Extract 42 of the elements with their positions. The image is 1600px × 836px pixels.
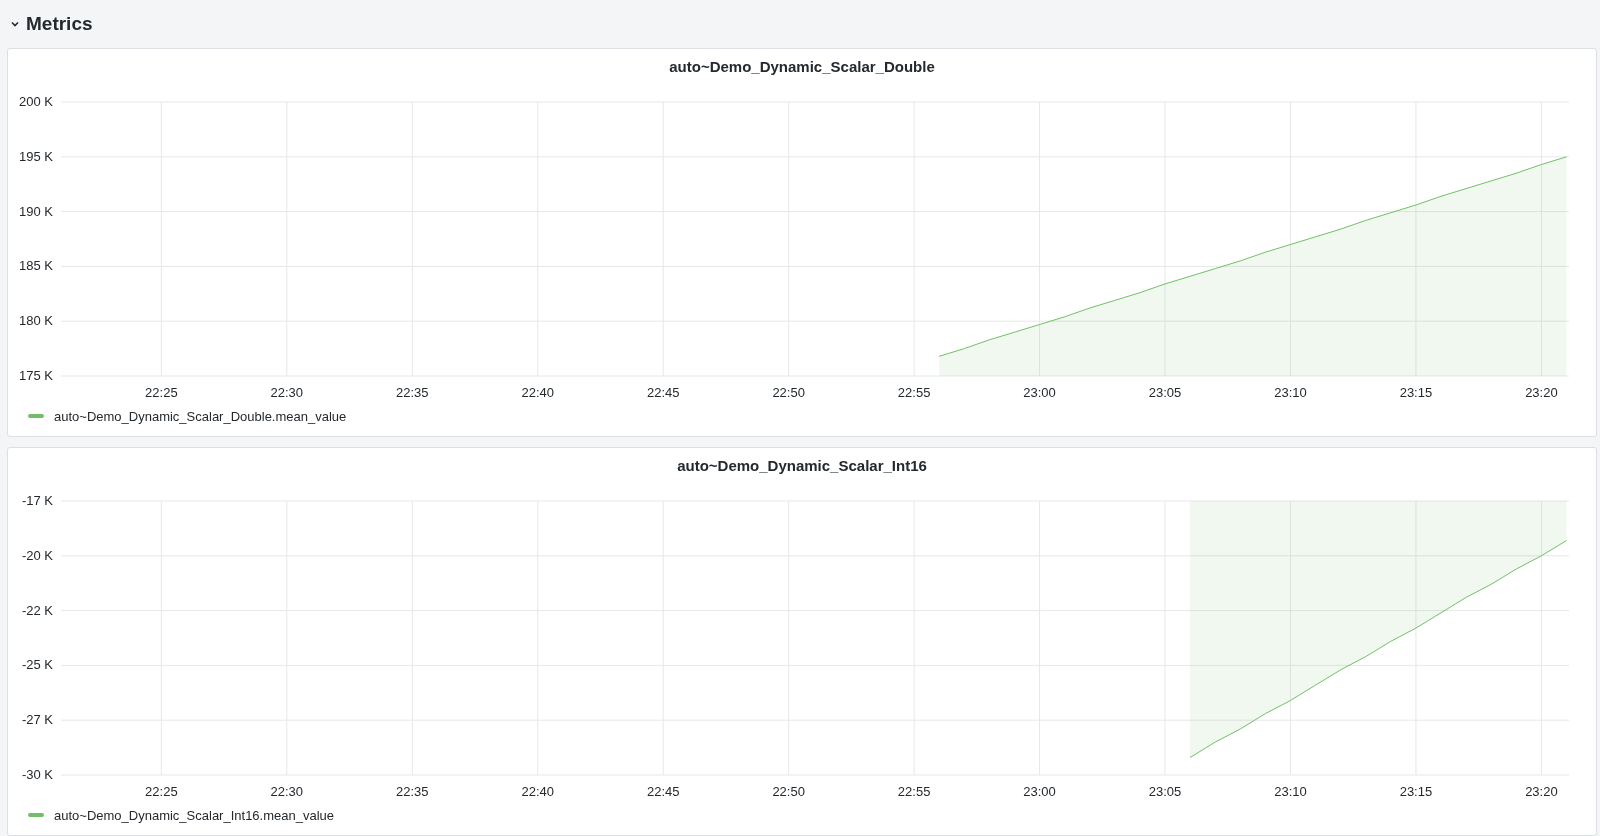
y-tick-label: -30 K bbox=[21, 767, 53, 782]
y-tick-label: 195 K bbox=[19, 148, 53, 164]
y-tick-label: -27 K bbox=[21, 712, 53, 728]
x-tick-label: 22:35 bbox=[396, 784, 429, 799]
y-tick-label: -20 K bbox=[21, 547, 53, 563]
x-tick-label: 23:05 bbox=[1148, 784, 1182, 799]
x-tick-label: 22:25 bbox=[145, 784, 178, 799]
x-tick-label: 22:55 bbox=[897, 784, 931, 799]
y-tick-label: 175 K bbox=[19, 368, 53, 383]
panel-title: auto~Demo_Dynamic_Scalar_Int16 bbox=[676, 456, 928, 476]
y-tick-label: 200 K bbox=[19, 94, 53, 109]
x-tick-label: 22:50 bbox=[772, 385, 805, 400]
x-tick-label: 22:40 bbox=[521, 784, 554, 799]
x-tick-label: 22:55 bbox=[897, 385, 931, 400]
x-tick-label: 22:25 bbox=[145, 385, 178, 400]
panel-title: auto~Demo_Dynamic_Scalar_Double bbox=[668, 57, 936, 77]
x-tick-label: 23:00 bbox=[1023, 784, 1056, 799]
y-tick-label: 190 K bbox=[19, 203, 53, 219]
row-title[interactable]: Metrics bbox=[26, 13, 93, 35]
y-tick-label: -25 K bbox=[21, 657, 53, 673]
x-tick-label: 23:10 bbox=[1274, 385, 1307, 400]
y-tick-label: 185 K bbox=[19, 258, 53, 274]
x-tick-label: 23:10 bbox=[1274, 784, 1307, 799]
y-tick-label: 180 K bbox=[19, 313, 53, 329]
x-tick-label: 22:30 bbox=[270, 784, 304, 799]
x-tick-label: 23:20 bbox=[1525, 784, 1558, 799]
y-tick-label: -17 K bbox=[21, 493, 53, 508]
legend-label[interactable]: auto~Demo_Dynamic_Scalar_Double.mean_value bbox=[54, 408, 347, 424]
x-tick-label: 22:35 bbox=[396, 385, 429, 400]
x-tick-label: 22:40 bbox=[521, 385, 554, 400]
x-tick-label: 23:00 bbox=[1023, 385, 1056, 400]
chevron-icon[interactable] bbox=[10, 19, 20, 29]
x-tick-label: 23:15 bbox=[1399, 385, 1433, 400]
x-tick-label: 22:45 bbox=[646, 784, 680, 799]
x-tick-label: 23:20 bbox=[1525, 385, 1558, 400]
x-tick-label: 23:05 bbox=[1148, 385, 1182, 400]
x-tick-label: 22:45 bbox=[646, 385, 680, 400]
x-tick-label: 23:15 bbox=[1399, 784, 1433, 799]
legend-label[interactable]: auto~Demo_Dynamic_Scalar_Int16.mean_value bbox=[54, 807, 335, 823]
x-tick-label: 22:50 bbox=[772, 784, 805, 799]
y-tick-label: -22 K bbox=[21, 602, 53, 618]
x-tick-label: 22:30 bbox=[270, 385, 304, 400]
